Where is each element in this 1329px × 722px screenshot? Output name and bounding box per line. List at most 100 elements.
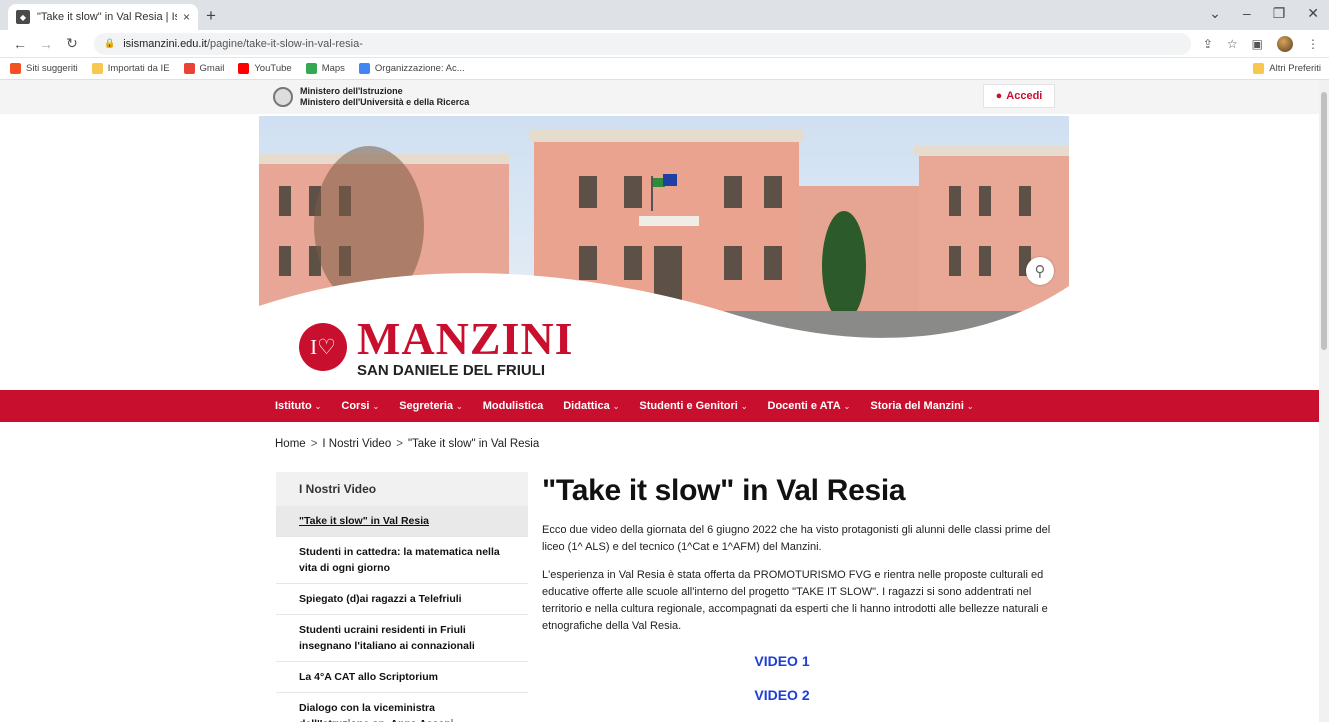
breadcrumb-separator: >	[310, 438, 318, 450]
main-nav: Istituto ⌄ Corsi ⌄ Segreteria ⌄ Modulistica Did…	[0, 390, 1319, 422]
bookmark-item[interactable]: Organizzazione: Ac...	[358, 63, 465, 74]
chevron-down-icon: ⌄	[740, 401, 748, 411]
tab-strip: ◆ "Take it slow" in Val Resia | Istitut …	[0, 0, 1329, 30]
nav-item[interactable]: Storia del Manzini ⌄	[870, 400, 973, 412]
breadcrumb-videos[interactable]: I Nostri Video	[322, 438, 391, 450]
ministry-logo[interactable]: Ministero dell'Istruzione Ministero dell…	[273, 86, 469, 108]
nav-item-label: Studenti e Genitori	[639, 400, 738, 412]
manzini-logo[interactable]: I♡ MANZINI SAN DANIELE DEL FRIULI	[299, 316, 574, 378]
sidebar-item-telefriuli[interactable]: Spiegato (d)ai ragazzi a Telefriuli	[276, 584, 528, 615]
article: "Take it slow" in Val Resia Ecco due vid…	[542, 472, 1052, 703]
nav-item-label: Corsi	[341, 400, 370, 412]
nav-item[interactable]: Modulistica	[483, 400, 544, 412]
sidebar-title: I Nostri Video	[276, 472, 528, 506]
bookmark-item[interactable]: YouTube	[238, 63, 292, 74]
other-bookmarks-label: Altri Preferiti	[1269, 63, 1321, 74]
restore-button[interactable]: ❐	[1273, 5, 1286, 22]
sidebar-item-studenti-ucraini[interactable]: Studenti ucraini residenti in Friuli ins…	[276, 615, 528, 662]
folder-icon	[1253, 63, 1265, 74]
sidebar-item-studenti-in-cattedra[interactable]: Studenti in cattedra: la matematica nell…	[276, 537, 528, 584]
bookmark-icon	[183, 63, 195, 74]
menu-icon[interactable]: ⋮	[1307, 37, 1319, 51]
address-bar[interactable]: 🔒 isismanzini.edu.it /pagine/take-it-slo…	[94, 32, 1191, 55]
bookmark-star-icon[interactable]: ☆	[1227, 37, 1238, 51]
url-host: isismanzini.edu.it	[123, 37, 207, 50]
bookmark-icon	[305, 63, 317, 74]
nav-item[interactable]: Segreteria ⌄	[399, 400, 463, 412]
other-bookmarks[interactable]: Altri Preferiti	[1253, 63, 1321, 74]
side-panel-icon[interactable]: ▣	[1252, 37, 1263, 51]
breadcrumb-current: "Take it slow" in Val Resia	[407, 438, 540, 450]
search-icon[interactable]: ⚲	[1026, 257, 1054, 285]
back-icon[interactable]: ←	[10, 36, 30, 52]
bookmark-label: Organizzazione: Ac...	[374, 63, 465, 74]
login-label: Accedi	[1006, 90, 1043, 102]
article-paragraph-1: Ecco due video della giornata del 6 giug…	[542, 524, 1051, 553]
video-2-link[interactable]: VIDEO 2	[542, 687, 1052, 703]
chevron-down-icon: ⌄	[314, 401, 322, 411]
chevron-down-icon: ⌄	[843, 401, 851, 411]
breadcrumb: Home > I Nostri Video > "Take it slow" i…	[275, 438, 539, 450]
bookmark-item[interactable]: Siti suggeriti	[10, 63, 78, 74]
bookmark-icon	[238, 63, 250, 74]
bookmark-item[interactable]: Importati da IE	[91, 63, 170, 74]
bookmarks-bar: Siti suggeriti Importati da IE Gmail YouTub…	[0, 58, 1329, 80]
republic-seal-icon	[273, 87, 293, 107]
breadcrumb-separator: >	[396, 438, 403, 450]
chevron-down-icon: ⌄	[966, 401, 974, 411]
nav-item[interactable]: Didattica ⌄	[563, 400, 619, 412]
tab-search-icon[interactable]: ⌄	[1209, 5, 1221, 22]
nav-item-label: Modulistica	[482, 400, 544, 412]
close-window-button[interactable]: ✕	[1307, 5, 1319, 22]
reload-icon[interactable]: ↻	[62, 35, 82, 52]
new-tab-button[interactable]: +	[206, 6, 216, 26]
bookmark-icon	[358, 63, 370, 74]
bookmark-item[interactable]: Gmail	[183, 63, 225, 74]
ministry-bar: Ministero dell'Istruzione Ministero dell…	[0, 80, 1319, 114]
video-1-link[interactable]: VIDEO 1	[542, 653, 1052, 669]
chevron-down-icon: ⌄	[456, 401, 463, 411]
brand-name: MANZINI	[357, 313, 574, 364]
forward-icon[interactable]: →	[36, 36, 56, 52]
bookmark-label: Gmail	[199, 63, 225, 74]
page-scrollbar[interactable]	[1319, 80, 1329, 722]
bookmark-icon	[91, 63, 103, 74]
breadcrumb-home[interactable]: Home	[275, 438, 306, 450]
window-controls: ⌄ – ❐ ✕	[1209, 5, 1319, 22]
sidebar-item-viceministra[interactable]: Dialogo con la viceministra dell'Istruzi…	[276, 693, 528, 722]
bookmark-label: Importati da IE	[107, 63, 170, 74]
browser-toolbar: ← → ↻ 🔒 isismanzini.edu.it /pagine/take-…	[0, 30, 1329, 58]
nav-item[interactable]: Istituto ⌄	[275, 400, 321, 412]
lock-icon: 🔒	[104, 38, 116, 48]
bookmark-label: YouTube	[254, 63, 292, 74]
bookmark-icon	[10, 63, 21, 74]
page-title: "Take it slow" in Val Resia	[542, 474, 906, 507]
header-hero: I♡ MANZINI SAN DANIELE DEL FRIULI ⚲	[259, 116, 1069, 386]
sidebar-item-take-it-slow[interactable]: "Take it slow" in Val Resia	[276, 506, 528, 537]
bookmark-item[interactable]: Maps	[305, 63, 345, 74]
nav-item-label: Didattica	[563, 400, 610, 412]
article-paragraph-2: L'esperienza in Val Resia è stata offert…	[542, 569, 1048, 632]
nav-item-label: Docenti e ATA	[767, 400, 841, 412]
share-icon[interactable]: ⇪	[1203, 37, 1213, 51]
heart-logo-icon: I♡	[299, 323, 347, 371]
chevron-down-icon: ⌄	[372, 401, 380, 411]
ministry-line-2: Ministero dell'Università e della Ricerc…	[300, 97, 470, 107]
nav-item[interactable]: Docenti e ATA ⌄	[768, 400, 851, 412]
minimize-button[interactable]: –	[1243, 5, 1251, 22]
sidebar-item-scriptorium[interactable]: La 4°A CAT allo Scriptorium	[276, 662, 528, 693]
login-button[interactable]: ● Accedi	[983, 84, 1055, 108]
close-tab-icon[interactable]: ×	[183, 10, 190, 24]
sidebar: I Nostri Video "Take it slow" in Val Res…	[276, 472, 528, 722]
web-page: Ministero dell'Istruzione Ministero dell…	[0, 80, 1319, 722]
ministry-line-1: Ministero dell'Istruzione	[300, 86, 403, 96]
nav-item[interactable]: Studenti e Genitori ⌄	[639, 400, 747, 412]
scrollbar-thumb[interactable]	[1321, 92, 1327, 350]
bookmark-label: Siti suggeriti	[26, 63, 78, 74]
tab-title: "Take it slow" in Val Resia | Istitut	[37, 11, 177, 23]
profile-avatar[interactable]	[1277, 35, 1293, 52]
site-favicon-icon: ◆	[16, 10, 30, 24]
active-tab[interactable]: ◆ "Take it slow" in Val Resia | Istitut …	[8, 4, 198, 30]
nav-item[interactable]: Corsi ⌄	[341, 400, 379, 412]
nav-item-label: Segreteria	[399, 400, 454, 412]
